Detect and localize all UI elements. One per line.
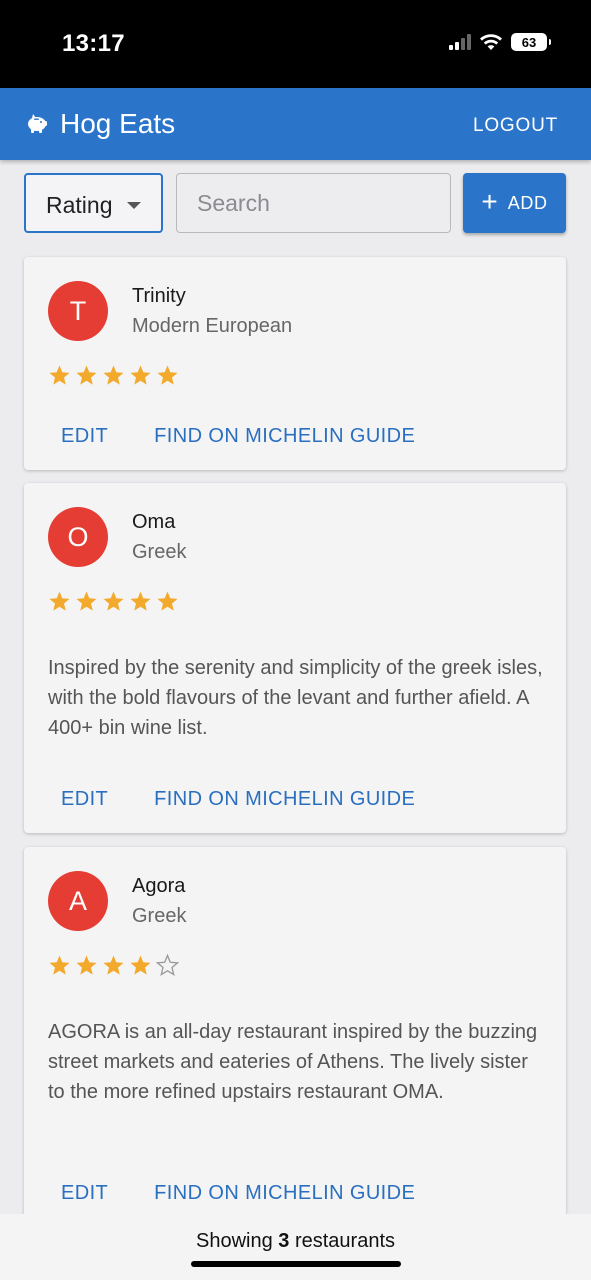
results-count-text: Showing 3 restaurants	[0, 1230, 591, 1253]
status-time: 13:17	[62, 30, 125, 57]
star-filled-icon	[76, 591, 97, 611]
star-rating	[48, 954, 179, 977]
cellular-signal-icon	[449, 34, 471, 50]
star-filled-icon	[130, 365, 151, 385]
restaurant-description: AGORA is an all-day restaurant inspired …	[48, 1021, 538, 1103]
status-bar: 13:17 63	[0, 0, 591, 88]
restaurant-cuisine: Modern European	[132, 315, 293, 337]
sort-select-value: Rating	[46, 192, 113, 218]
michelin-guide-link[interactable]: FIND ON MICHELIN GUIDE	[154, 425, 415, 448]
edit-button[interactable]: EDIT	[61, 1182, 108, 1205]
restaurant-cuisine: Greek	[132, 905, 187, 927]
search-input[interactable]	[176, 173, 451, 233]
michelin-guide-link[interactable]: FIND ON MICHELIN GUIDE	[154, 1182, 415, 1205]
star-filled-icon	[157, 591, 178, 611]
restaurant-card: T Trinity Modern European EDIT FIND ON M…	[24, 257, 566, 470]
star-filled-icon	[49, 955, 70, 975]
results-suffix: restaurants	[289, 1230, 395, 1252]
star-filled-icon	[103, 365, 124, 385]
toolbar: Rating + ADD	[24, 173, 566, 233]
results-footer: Showing 3 restaurants	[0, 1214, 591, 1280]
app-bar: Hog Eats LOGOUT	[0, 88, 591, 160]
restaurant-card: A Agora Greek AGORA is an all-day restau…	[24, 847, 566, 1227]
avatar: O	[48, 507, 108, 567]
avatar: T	[48, 281, 108, 341]
restaurant-name: Agora	[132, 875, 186, 897]
star-rating	[48, 364, 179, 387]
battery-icon: 63	[511, 33, 551, 51]
restaurant-card: O Oma Greek Inspired by the serenity and…	[24, 483, 566, 833]
app-title: Hog Eats	[60, 108, 176, 139]
caret-down-icon	[127, 202, 141, 209]
edit-button[interactable]: EDIT	[61, 788, 108, 811]
results-count: 3	[278, 1230, 290, 1252]
sort-select[interactable]: Rating	[24, 173, 163, 233]
star-filled-icon	[130, 955, 151, 975]
star-filled-icon	[103, 955, 124, 975]
add-button-label: ADD	[507, 192, 548, 213]
logout-button[interactable]: LOGOUT	[473, 115, 558, 137]
piggy-bank-icon	[28, 114, 47, 133]
wifi-icon	[480, 34, 502, 50]
home-indicator	[191, 1261, 401, 1267]
star-filled-icon	[76, 955, 97, 975]
star-filled-icon	[49, 365, 70, 385]
card-actions: EDIT FIND ON MICHELIN GUIDE	[61, 1182, 415, 1205]
restaurant-name: Oma	[132, 511, 176, 533]
star-empty-icon	[156, 954, 179, 977]
star-filled-icon	[49, 591, 70, 611]
michelin-guide-link[interactable]: FIND ON MICHELIN GUIDE	[154, 788, 415, 811]
star-filled-icon	[76, 365, 97, 385]
star-filled-icon	[157, 365, 178, 385]
restaurant-name: Trinity	[132, 285, 186, 307]
avatar: A	[48, 871, 108, 931]
edit-button[interactable]: EDIT	[61, 425, 108, 448]
star-filled-icon	[103, 591, 124, 611]
star-rating	[48, 590, 179, 613]
add-button[interactable]: + ADD	[463, 173, 566, 233]
status-icons: 63	[449, 33, 551, 51]
card-actions: EDIT FIND ON MICHELIN GUIDE	[61, 788, 415, 811]
restaurant-cuisine: Greek	[132, 541, 187, 563]
results-prefix: Showing	[195, 1230, 279, 1252]
restaurant-description: Inspired by the serenity and simplicity …	[48, 657, 543, 739]
star-filled-icon	[130, 591, 151, 611]
plus-icon: +	[481, 185, 498, 217]
card-actions: EDIT FIND ON MICHELIN GUIDE	[61, 425, 415, 448]
